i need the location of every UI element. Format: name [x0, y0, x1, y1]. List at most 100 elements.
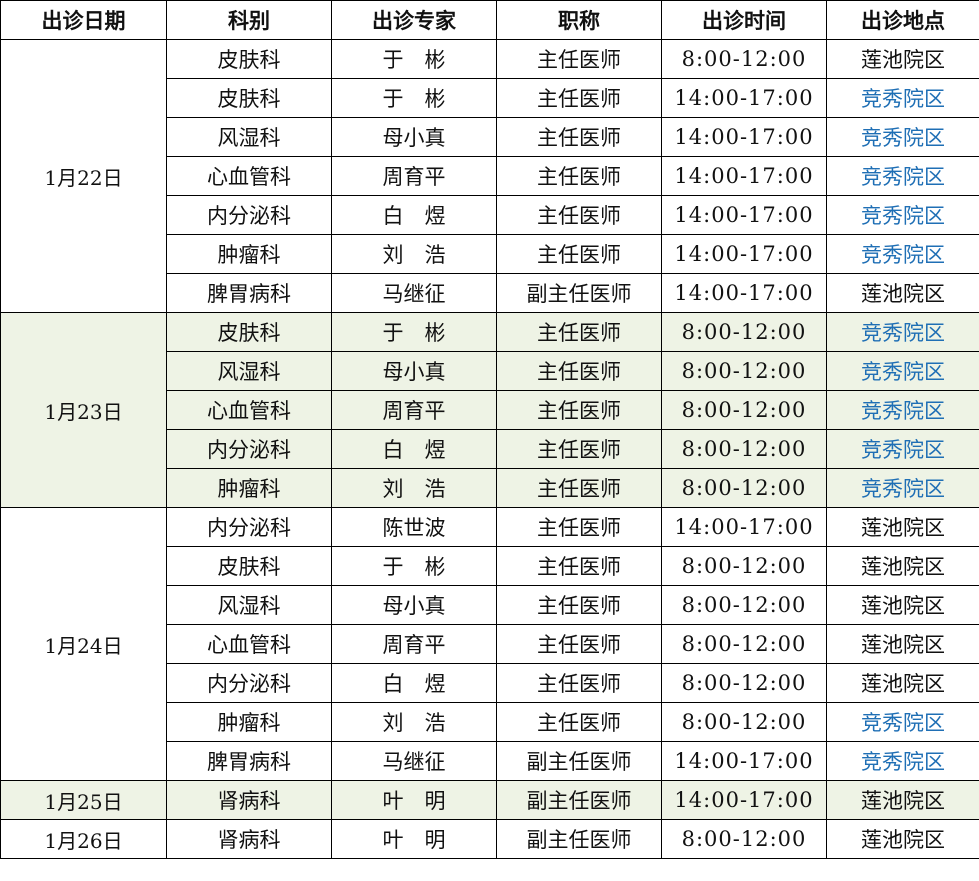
time-cell: 8:00-12:00 [661, 468, 827, 508]
header-date: 出诊日期 [0, 0, 167, 40]
department-cell: 肿瘤科 [166, 468, 332, 508]
doctor-cell: 母小真 [331, 117, 497, 157]
location-cell: 莲池院区 [826, 507, 979, 547]
department-cell: 内分泌科 [166, 195, 332, 235]
title-cell: 主任医师 [496, 117, 662, 157]
title-cell: 主任医师 [496, 312, 662, 352]
department-cell: 肾病科 [166, 819, 332, 859]
doctor-cell: 陈世波 [331, 507, 497, 547]
doctor-cell: 白 煜 [331, 429, 497, 469]
table-row: 1月22日 皮肤科于 彬主任医师 8:00-12:00 莲池院区 [0, 39, 979, 313]
time-cell: 14:00-17:00 [661, 780, 827, 820]
header-title: 职称 [496, 0, 662, 40]
department-cell: 肿瘤科 [166, 702, 332, 742]
location-cell: 竞秀院区 [826, 702, 979, 742]
location-cell: 竞秀院区 [826, 234, 979, 274]
title-cell: 主任医师 [496, 468, 662, 508]
location-cell: 莲池院区 [826, 780, 979, 820]
header-doctor: 出诊专家 [331, 0, 497, 40]
title-cell: 主任医师 [496, 156, 662, 196]
time-cell: 8:00-12:00 [661, 624, 827, 664]
department-cell: 皮肤科 [166, 312, 332, 352]
table-row: 1月24日 内分泌科 陈世波 主任医师 14:00-17:00 莲池院区 [0, 507, 979, 781]
time-cell: 14:00-17:00 [661, 78, 827, 118]
title-cell: 主任医师 [496, 624, 662, 664]
doctor-cell: 刘 浩 [331, 234, 497, 274]
location-cell: 竞秀院区 [826, 195, 979, 235]
time-cell: 14:00-17:00 [661, 195, 827, 235]
location-cell: 莲池院区 [826, 624, 979, 664]
location-cell: 竞秀院区 [826, 312, 979, 352]
time-cell: 8:00-12:00 [661, 546, 827, 586]
location-cell: 莲池院区 [826, 819, 979, 859]
doctor-cell: 马继征 [331, 741, 497, 781]
title-cell: 副主任医师 [496, 780, 662, 820]
location-cell: 竞秀院区 [826, 390, 979, 430]
doctor-cell: 叶 明 [331, 819, 497, 859]
table-header: 出诊日期 科别 出诊专家 职称 出诊时间 出诊地点 [0, 0, 979, 40]
header-row: 出诊日期 科别 出诊专家 职称 出诊时间 出诊地点 [0, 0, 979, 40]
time-cell: 8:00-12:00 [661, 390, 827, 430]
time-cell: 8:00-12:00 [661, 39, 827, 79]
department-cell: 皮肤科 [166, 78, 332, 118]
doctor-cell: 叶 明 [331, 780, 497, 820]
doctor-cell: 母小真 [331, 351, 497, 391]
title-cell: 主任医师 [496, 429, 662, 469]
department-cell: 皮肤科 [166, 39, 332, 79]
location-cell: 竞秀院区 [826, 156, 979, 196]
date-cell: 1月23日 [0, 312, 167, 508]
department-cell: 内分泌科 [166, 429, 332, 469]
date-cell: 1月25日 [0, 780, 167, 820]
header-department: 科别 [166, 0, 332, 40]
doctor-cell: 周育平 [331, 156, 497, 196]
table-row: 1月23日 皮肤科于 彬主任医师 8:00-12:00 竞秀院区 [0, 312, 979, 508]
table-row: 1月25日 肾病科叶 明副主任医师 14:00-17:00 莲池院区 [0, 780, 979, 820]
time-cell: 8:00-12:00 [661, 663, 827, 703]
date-cell: 1月24日 [0, 507, 167, 781]
table-body: 1月22日 皮肤科于 彬主任医师 8:00-12:00 莲池院区 皮肤科于 彬主任医师 1… [0, 39, 979, 859]
department-cell: 脾胃病科 [166, 741, 332, 781]
location-cell: 莲池院区 [826, 546, 979, 586]
department-cell: 风湿科 [166, 585, 332, 625]
time-cell: 8:00-12:00 [661, 312, 827, 352]
title-cell: 主任医师 [496, 507, 662, 547]
time-cell: 14:00-17:00 [661, 234, 827, 274]
header-time: 出诊时间 [661, 0, 827, 40]
department-cell: 心血管科 [166, 156, 332, 196]
doctor-cell: 刘 浩 [331, 468, 497, 508]
location-cell: 莲池院区 [826, 585, 979, 625]
doctor-cell: 周育平 [331, 624, 497, 664]
title-cell: 主任医师 [496, 585, 662, 625]
date-cell: 1月22日 [0, 39, 167, 313]
header-location: 出诊地点 [826, 0, 979, 40]
location-cell: 竞秀院区 [826, 741, 979, 781]
doctor-cell: 周育平 [331, 390, 497, 430]
location-cell: 竞秀院区 [826, 78, 979, 118]
title-cell: 副主任医师 [496, 273, 662, 313]
title-cell: 副主任医师 [496, 741, 662, 781]
department-cell: 内分泌科 [166, 507, 332, 547]
location-cell: 竞秀院区 [826, 429, 979, 469]
title-cell: 主任医师 [496, 195, 662, 235]
doctor-cell: 于 彬 [331, 39, 497, 79]
location-cell: 竞秀院区 [826, 468, 979, 508]
location-cell: 竞秀院区 [826, 117, 979, 157]
time-cell: 8:00-12:00 [661, 585, 827, 625]
title-cell: 主任医师 [496, 351, 662, 391]
doctor-cell: 刘 浩 [331, 702, 497, 742]
clinic-schedule-table: 出诊日期 科别 出诊专家 职称 出诊时间 出诊地点 1月22日 皮肤科于 彬主任医… [0, 0, 979, 859]
location-cell: 莲池院区 [826, 663, 979, 703]
title-cell: 副主任医师 [496, 819, 662, 859]
location-cell: 莲池院区 [826, 273, 979, 313]
doctor-cell: 白 煜 [331, 195, 497, 235]
title-cell: 主任医师 [496, 663, 662, 703]
time-cell: 14:00-17:00 [661, 273, 827, 313]
department-cell: 肿瘤科 [166, 234, 332, 274]
title-cell: 主任医师 [496, 546, 662, 586]
department-cell: 心血管科 [166, 624, 332, 664]
date-cell: 1月26日 [0, 819, 167, 859]
doctor-cell: 白 煜 [331, 663, 497, 703]
time-cell: 14:00-17:00 [661, 156, 827, 196]
location-cell: 莲池院区 [826, 39, 979, 79]
department-cell: 皮肤科 [166, 546, 332, 586]
